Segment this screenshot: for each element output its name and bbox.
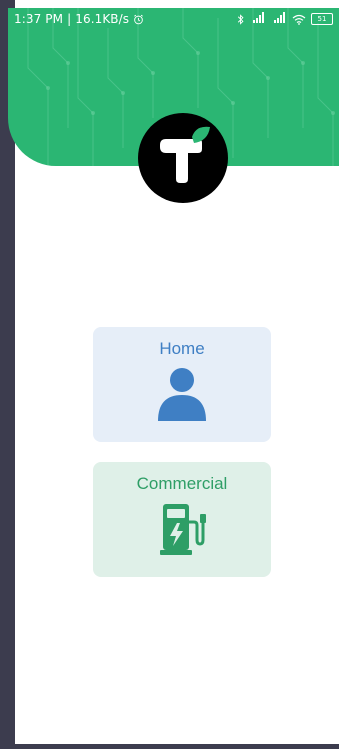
wifi-icon	[292, 14, 306, 25]
signal-strength-2	[271, 12, 287, 26]
person-icon	[158, 368, 206, 421]
ev-charger-icon	[160, 504, 206, 555]
cell-signal-icon	[253, 12, 264, 23]
status-time: 1:37 PM	[14, 12, 64, 26]
commercial-option-label: Commercial	[136, 474, 228, 493]
status-left: 1:37 PM | 16.1KB/s	[14, 12, 144, 26]
status-separator: |	[67, 12, 72, 26]
home-option-label: Home	[159, 339, 205, 358]
brand-logo-icon	[138, 113, 228, 203]
battery-indicator: 51	[311, 13, 333, 25]
commercial-option-card[interactable]: Commercial	[93, 462, 271, 577]
status-speed: 16.1KB/s	[75, 12, 130, 26]
bluetooth-icon	[237, 13, 244, 25]
cell-signal-icon-2	[274, 12, 285, 23]
signal-strength-1	[250, 12, 266, 26]
home-option-card[interactable]: Home	[93, 327, 271, 442]
status-right: 51	[237, 12, 333, 26]
alarm-clock-icon	[134, 14, 144, 24]
status-bar: 1:37 PM | 16.1KB/s 51	[8, 8, 339, 30]
